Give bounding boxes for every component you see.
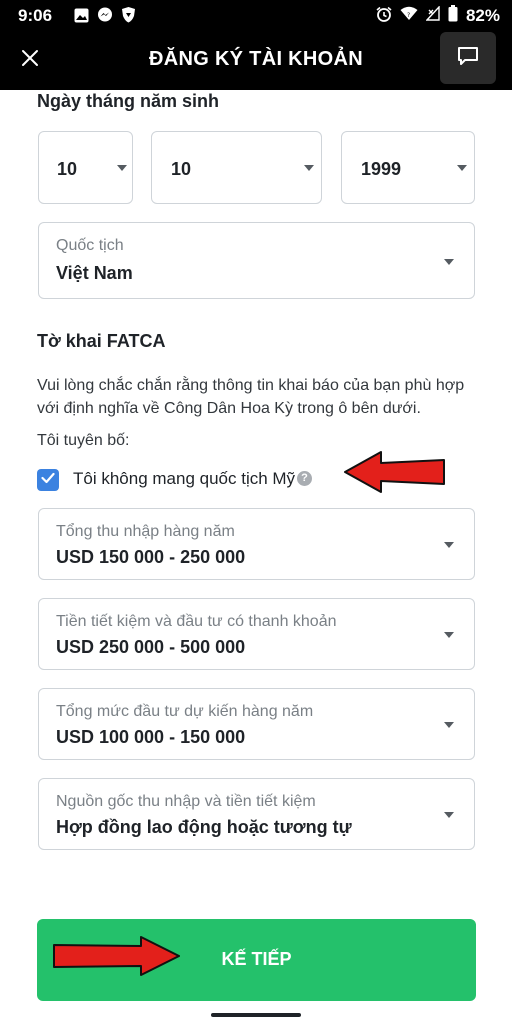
page-title: ĐĂNG KÝ TÀI KHOẢN [149, 48, 363, 70]
system-nav-bar [0, 1004, 512, 1024]
status-bar: 9:06 ? 82% [0, 0, 512, 30]
caret-down-icon [444, 722, 454, 728]
non-us-citizen-checkbox[interactable] [37, 469, 59, 491]
investment-select[interactable]: Tổng mức đầu tư dự kiến hàng năm USD 100… [38, 688, 475, 760]
chat-icon [457, 46, 479, 71]
image-icon [74, 8, 89, 28]
dob-month-value: 10 [171, 159, 192, 179]
income-source-label: Nguồn gốc thu nhập và tiền tiết kiệm [56, 793, 316, 810]
battery-icon [448, 5, 458, 27]
savings-value: USD 250 000 - 500 000 [56, 637, 246, 657]
battery-percent: 82% [465, 6, 500, 25]
annotation-arrow-right-icon [53, 936, 180, 976]
caret-down-icon [457, 165, 467, 171]
annual-income-select[interactable]: Tổng thu nhập hàng năm USD 150 000 - 250… [38, 508, 475, 580]
fatca-title: Tờ khai FATCA [37, 331, 166, 351]
alarm-icon [376, 6, 392, 27]
nationality-value: Việt Nam [56, 263, 133, 283]
notification-icons [74, 7, 136, 28]
dob-month-select[interactable]: 10 [151, 131, 322, 204]
caret-down-icon [444, 812, 454, 818]
chat-button[interactable] [440, 32, 496, 84]
savings-select[interactable]: Tiền tiết kiệm và đầu tư có thanh khoản … [38, 598, 475, 670]
fatca-description: Vui lòng chắc chắn rằng thông tin khai b… [37, 377, 465, 417]
declare-label: Tôi tuyên bố: [37, 432, 130, 449]
caret-down-icon [444, 259, 454, 265]
caret-down-icon [444, 632, 454, 638]
dob-day-value: 10 [57, 159, 78, 179]
dob-year-select[interactable]: 1999 [341, 131, 475, 204]
checkbox-label[interactable]: Tôi không mang quốc tịch Mỹ [73, 469, 295, 489]
caret-down-icon [444, 542, 454, 548]
annotation-arrow-left-icon [344, 451, 445, 493]
svg-text:?: ? [407, 12, 410, 19]
check-icon [41, 471, 55, 489]
help-icon[interactable]: ? [297, 471, 312, 486]
income-source-value: Hợp đồng lao động hoặc tương tự [56, 817, 352, 837]
home-indicator[interactable] [211, 1013, 301, 1017]
annual-income-label: Tổng thu nhập hàng năm [56, 523, 235, 540]
savings-label: Tiền tiết kiệm và đầu tư có thanh khoản [56, 613, 337, 630]
caret-down-icon [304, 165, 314, 171]
nationality-label: Quốc tịch [56, 237, 124, 254]
signal-icon [425, 5, 440, 26]
app-header: ĐĂNG KÝ TÀI KHOẢN [0, 30, 512, 90]
status-time: 9:06 [18, 6, 53, 25]
dob-label: Ngày tháng năm sinh [37, 91, 220, 111]
nationality-select[interactable]: Quốc tịch Việt Nam [38, 222, 475, 299]
shield-icon [121, 7, 136, 28]
investment-label: Tổng mức đầu tư dự kiến hàng năm [56, 703, 314, 720]
messenger-icon [97, 7, 113, 28]
system-icons: ? 82% [376, 5, 500, 27]
caret-down-icon [117, 165, 127, 171]
dob-day-select[interactable]: 10 [38, 131, 133, 204]
investment-value: USD 100 000 - 150 000 [56, 727, 246, 747]
dob-year-value: 1999 [361, 159, 402, 179]
income-source-select[interactable]: Nguồn gốc thu nhập và tiền tiết kiệm Hợp… [38, 778, 475, 850]
wifi-icon: ? [400, 6, 418, 26]
annual-income-value: USD 150 000 - 250 000 [56, 547, 246, 567]
